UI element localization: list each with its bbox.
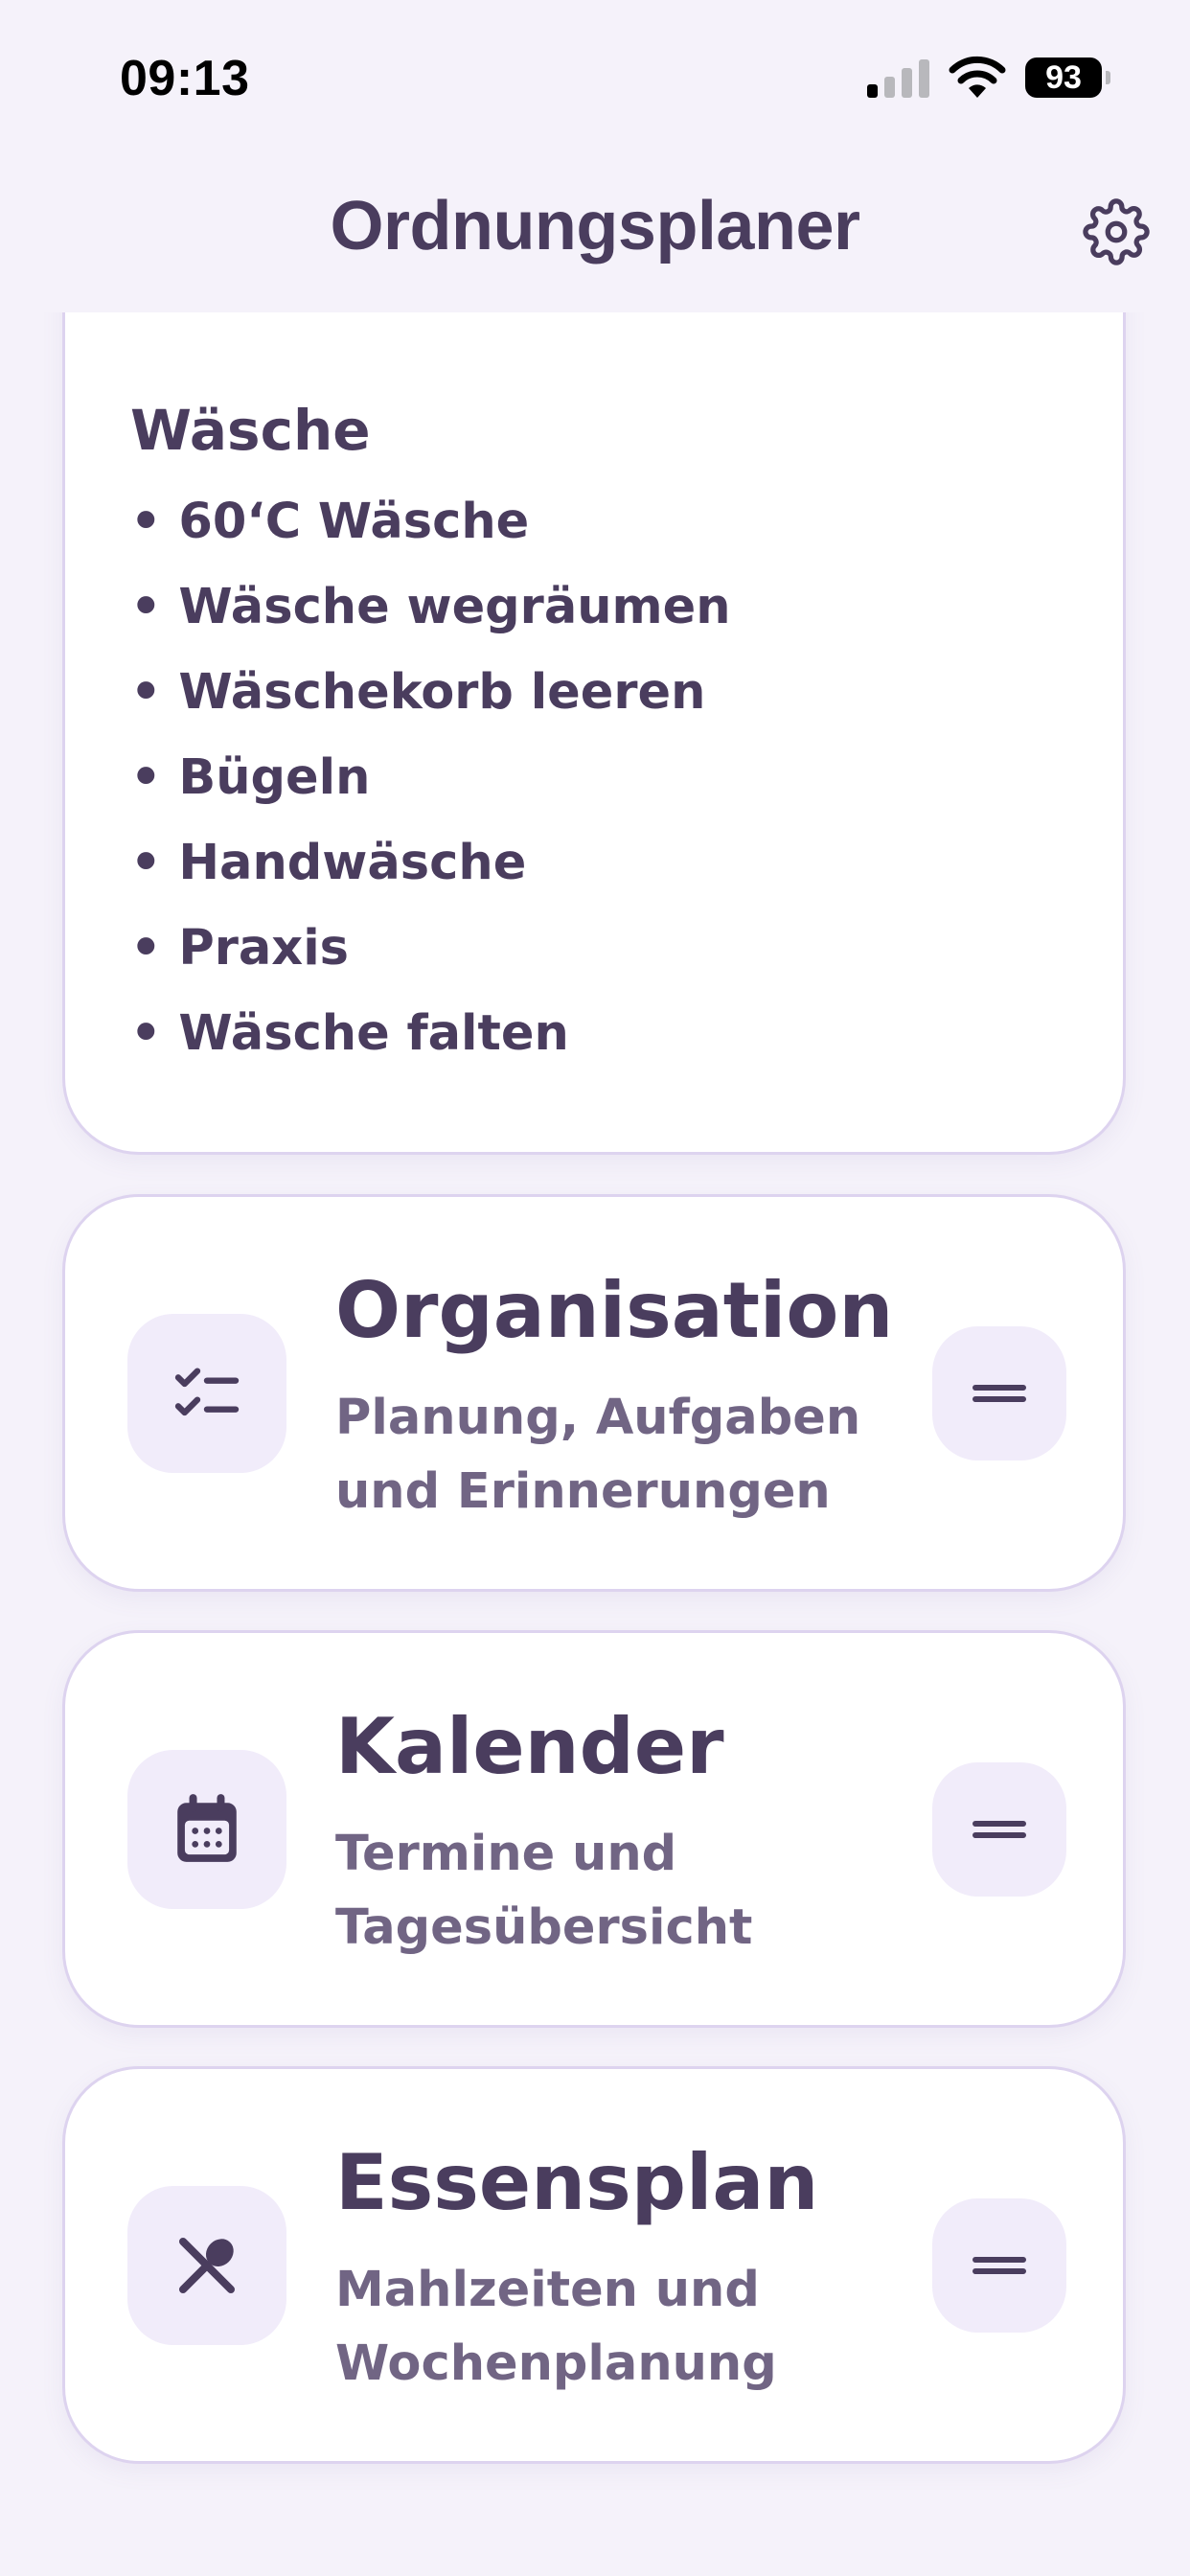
battery-cap bbox=[1106, 71, 1110, 84]
card-title: Kalender bbox=[335, 1702, 724, 1791]
list-item: 60‘C Wäsche bbox=[130, 494, 731, 579]
list-item: Handwäsche bbox=[130, 835, 731, 920]
essensplan-icon-box bbox=[127, 2186, 286, 2345]
card-subtitle: Termine und Tagesübersicht bbox=[335, 1826, 753, 1956]
drag-handle-icon bbox=[973, 1385, 1026, 1402]
list-item: Wäsche wegräumen bbox=[130, 579, 730, 664]
essensplan-card[interactable]: Essensplan Mahlzeiten und Wochenplanung bbox=[62, 2066, 1126, 2464]
kalender-card[interactable]: Kalender Termine und Tagesübersicht bbox=[62, 1630, 1126, 2028]
drag-handle-icon bbox=[973, 1821, 1026, 1838]
laundry-card[interactable]: Wäsche 60‘C Wäsche Wäsche wegräumen Wäsc… bbox=[62, 220, 1126, 1155]
drag-handle[interactable] bbox=[932, 2198, 1066, 2333]
card-title: Organisation bbox=[335, 1266, 894, 1355]
checklist-icon bbox=[174, 1368, 240, 1416]
fork-spoon-icon bbox=[179, 2238, 235, 2293]
laundry-title: Wäsche bbox=[130, 398, 371, 463]
list-item: Wäsche falten bbox=[130, 1005, 731, 1091]
status-time: 09:13 bbox=[120, 51, 250, 106]
drag-handle[interactable] bbox=[932, 1762, 1066, 1897]
list-item: Praxis bbox=[130, 920, 731, 1005]
nav-header: Ordnungsplaner bbox=[0, 144, 1190, 312]
list-item: Bügeln bbox=[130, 749, 731, 835]
page-title: Ordnungsplaner bbox=[330, 188, 860, 264]
battery-indicator: 93 bbox=[1025, 58, 1102, 98]
gear-icon[interactable] bbox=[1083, 198, 1150, 265]
organisation-icon-box bbox=[127, 1314, 286, 1473]
drag-handle-icon bbox=[973, 2257, 1026, 2274]
card-title: Essensplan bbox=[335, 2138, 819, 2227]
wifi-icon bbox=[949, 56, 1006, 98]
card-subtitle: Planung, Aufgaben und Erinnerungen bbox=[335, 1390, 861, 1520]
kalender-icon-box bbox=[127, 1750, 286, 1909]
calendar-icon bbox=[177, 1794, 237, 1862]
status-bar: 09:13 93 bbox=[0, 0, 1190, 144]
laundry-task-list: 60‘C Wäsche Wäsche wegräumen Wäschekorb … bbox=[130, 494, 731, 1091]
drag-handle[interactable] bbox=[932, 1326, 1066, 1460]
organisation-card[interactable]: Organisation Planung, Aufgaben und Erinn… bbox=[62, 1194, 1126, 1592]
cellular-signal-icon bbox=[867, 59, 929, 98]
card-subtitle: Mahlzeiten und Wochenplanung bbox=[335, 2262, 777, 2392]
list-item: Wäschekorb leeren bbox=[130, 664, 731, 749]
